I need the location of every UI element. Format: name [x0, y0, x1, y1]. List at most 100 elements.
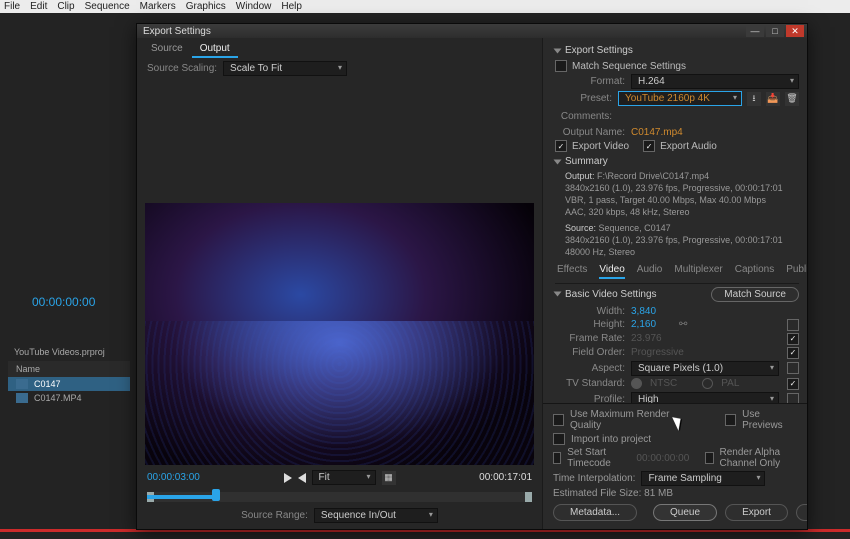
tab-effects[interactable]: Effects — [557, 264, 587, 279]
aspect-dropdown[interactable]: Square Pixels (1.0) — [631, 361, 779, 376]
ntsc-radio[interactable] — [631, 378, 642, 389]
timeline-progress — [147, 495, 216, 499]
out-point-icon[interactable] — [525, 492, 532, 502]
pal-radio[interactable] — [702, 378, 713, 389]
menu-clip[interactable]: Clip — [57, 1, 74, 12]
export-video-label: Export Video — [567, 141, 643, 152]
project-item[interactable]: C0147.MP4 — [8, 391, 130, 405]
close-button[interactable]: ✕ — [786, 25, 804, 37]
profile-match-checkbox[interactable] — [787, 393, 799, 403]
start-tc-value: 00:00:00:00 — [626, 453, 699, 464]
comments-input[interactable] — [618, 108, 799, 125]
basic-video-heading[interactable]: Basic Video Settings — [565, 289, 657, 300]
use-previews-checkbox[interactable] — [725, 414, 736, 426]
match-sequence-checkbox[interactable] — [555, 60, 567, 72]
project-column-header: Name — [8, 361, 130, 377]
clip-icon — [16, 393, 28, 403]
width-match-checkbox[interactable] — [787, 319, 799, 331]
summary-source: Source: Sequence, C0147 3840x2160 (1.0),… — [555, 222, 799, 258]
save-preset-icon[interactable]: ⭳ — [747, 92, 761, 106]
fit-dropdown[interactable]: Fit — [312, 470, 376, 485]
format-label: Format: — [555, 76, 631, 87]
export-settings-dialog: Export Settings — □ ✕ Source Output Sour… — [136, 23, 808, 530]
match-source-button[interactable]: Match Source — [711, 287, 799, 302]
time-interp-dropdown[interactable]: Frame Sampling — [641, 471, 765, 486]
project-panel[interactable]: YouTube Videos.prproj Name C0147 C0147.M… — [8, 343, 130, 509]
duration-timecode: 00:00:17:01 — [479, 472, 532, 483]
export-audio-label: Export Audio — [655, 141, 717, 152]
match-sequence-label: Match Sequence Settings — [567, 61, 686, 72]
cancel-button[interactable]: Cancel — [796, 504, 807, 521]
max-render-quality-checkbox[interactable] — [553, 414, 564, 426]
format-dropdown[interactable]: H.264 — [631, 74, 799, 89]
source-scaling-label: Source Scaling: — [147, 63, 217, 74]
timeline-ruler[interactable] — [147, 492, 532, 502]
menu-graphics[interactable]: Graphics — [186, 1, 226, 12]
framerate-label: Frame Rate: — [555, 333, 631, 344]
twisty-icon — [554, 48, 562, 53]
project-title: YouTube Videos.prproj — [8, 343, 130, 361]
overlay-button[interactable]: ▦ — [382, 471, 396, 485]
tab-captions[interactable]: Captions — [735, 264, 774, 279]
queue-button[interactable]: Queue — [653, 504, 717, 521]
tab-source[interactable]: Source — [143, 41, 191, 58]
delete-preset-icon[interactable]: 🗑 — [785, 92, 799, 106]
video-preview[interactable] — [145, 203, 534, 465]
export-settings-heading[interactable]: Export Settings — [555, 42, 799, 59]
play-button[interactable] — [284, 473, 292, 483]
metadata-button[interactable]: Metadata... — [553, 504, 637, 521]
twisty-icon — [554, 292, 562, 297]
tab-audio[interactable]: Audio — [637, 264, 663, 279]
summary-output: Output: F:\Record Drive\C0147.mp4 3840x2… — [555, 170, 799, 219]
fieldorder-label: Field Order: — [555, 347, 631, 358]
source-range-label: Source Range: — [241, 510, 308, 521]
fieldorder-match-checkbox[interactable] — [787, 347, 799, 359]
menu-sequence[interactable]: Sequence — [85, 1, 130, 12]
export-button[interactable]: Export — [725, 504, 788, 521]
twisty-icon — [554, 159, 562, 164]
source-range-dropdown[interactable]: Sequence In/Out — [314, 508, 438, 523]
menu-markers[interactable]: Markers — [140, 1, 176, 12]
playhead-handle[interactable] — [212, 489, 220, 501]
preset-dropdown[interactable]: YouTube 2160p 4K — [618, 91, 742, 106]
import-preset-icon[interactable]: 📥 — [766, 92, 780, 106]
menu-file[interactable]: File — [4, 1, 20, 12]
import-project-label: Import into project — [571, 434, 651, 445]
width-value[interactable]: 3,840 — [631, 306, 656, 317]
export-audio-checkbox[interactable] — [643, 140, 655, 152]
import-project-checkbox[interactable] — [553, 433, 565, 445]
height-label: Height: — [555, 319, 631, 330]
export-video-checkbox[interactable] — [555, 140, 567, 152]
playhead-timecode[interactable]: 00:00:03:00 — [147, 472, 200, 483]
tab-publish[interactable]: Publish — [786, 264, 807, 279]
app-menubar[interactable]: File Edit Clip Sequence Markers Graphics… — [0, 0, 850, 13]
source-scaling-dropdown[interactable]: Scale To Fit — [223, 61, 347, 76]
preview-tabs: Source Output — [137, 38, 542, 58]
settings-tabs: Effects Video Audio Multiplexer Captions… — [555, 260, 799, 284]
maximize-button[interactable]: □ — [766, 25, 784, 37]
menu-edit[interactable]: Edit — [30, 1, 47, 12]
tab-video[interactable]: Video — [599, 264, 624, 279]
estimated-file-size: Estimated File Size: 81 MB — [553, 487, 797, 500]
framerate-match-checkbox[interactable] — [787, 333, 799, 345]
menu-window[interactable]: Window — [236, 1, 272, 12]
framerate-value: 23.976 — [631, 333, 662, 344]
output-name-link[interactable]: C0147.mp4 — [631, 127, 683, 138]
tab-multiplexer[interactable]: Multiplexer — [674, 264, 722, 279]
link-dimensions-icon[interactable]: ⚯ — [679, 319, 687, 330]
aspect-match-checkbox[interactable] — [787, 362, 799, 374]
minimize-button[interactable]: — — [746, 25, 764, 37]
summary-heading[interactable]: Summary — [555, 153, 799, 170]
dialog-titlebar[interactable]: Export Settings — □ ✕ — [137, 24, 807, 38]
set-start-tc-checkbox[interactable] — [553, 452, 561, 464]
menu-help[interactable]: Help — [281, 1, 302, 12]
height-value[interactable]: 2,160 — [631, 319, 656, 330]
profile-dropdown[interactable]: High — [631, 392, 779, 403]
tvstd-match-checkbox[interactable] — [787, 378, 799, 390]
alpha-only-checkbox[interactable] — [705, 452, 713, 464]
project-item[interactable]: C0147 — [8, 377, 130, 391]
tab-output[interactable]: Output — [192, 41, 238, 58]
transport-bar: 00:00:03:00 Fit ▦ 00:00:17:01 — [137, 465, 542, 490]
step-back-button[interactable] — [298, 473, 306, 483]
sequence-icon — [16, 379, 28, 389]
